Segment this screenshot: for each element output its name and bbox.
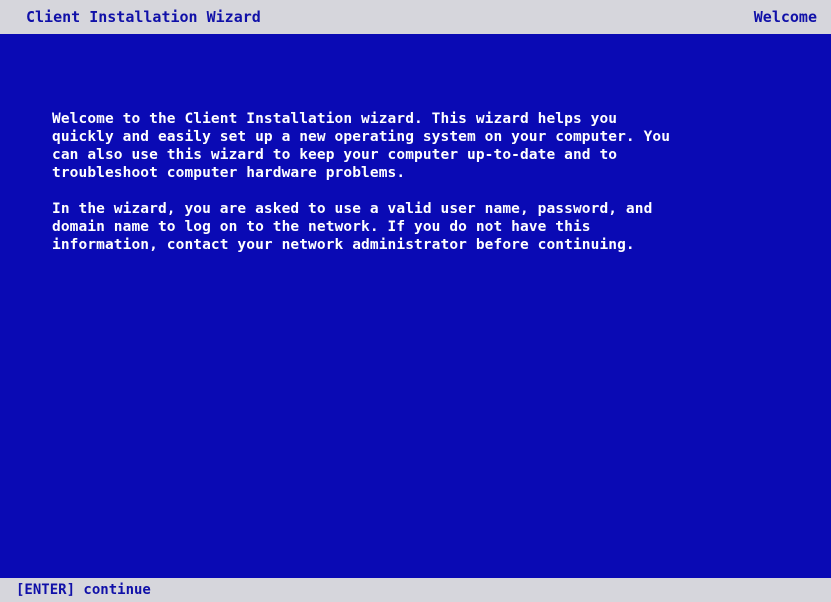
text-line: information, contact your network admini… [52,237,635,253]
logon-info-paragraph: In the wizard, you are asked to use a va… [52,200,792,254]
text-line: domain name to log on to the network. If… [52,219,591,235]
text-line: troubleshoot computer hardware problems. [52,165,406,181]
text-line: quickly and easily set up a new operatin… [52,129,671,145]
enter-continue-hint[interactable]: [ENTER] continue [16,582,151,598]
intro-paragraph: Welcome to the Client Installation wizar… [52,110,792,182]
status-bar: [ENTER] continue [0,578,831,602]
wizard-title: Client Installation Wizard [26,8,261,26]
section-label: Welcome [753,8,817,26]
text-line: Welcome to the Client Installation wizar… [52,111,618,127]
title-bar: Client Installation Wizard Welcome [0,0,831,34]
welcome-text: Welcome to the Client Installation wizar… [52,110,792,272]
text-line: In the wizard, you are asked to use a va… [52,201,653,217]
wizard-screen: Client Installation Wizard Welcome Welco… [0,0,831,602]
text-line: can also use this wizard to keep your co… [52,147,618,163]
